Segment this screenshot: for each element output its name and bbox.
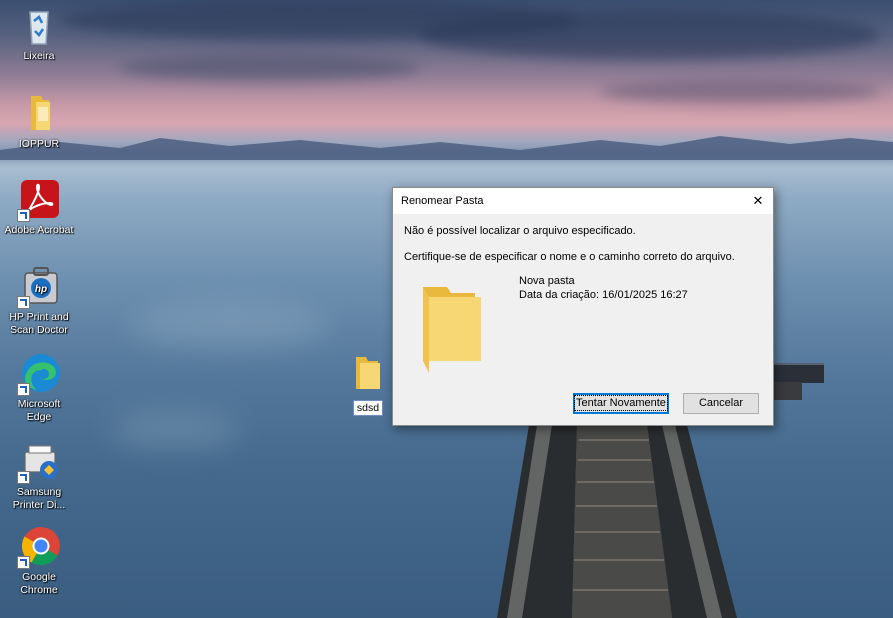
edge-icon (17, 352, 61, 396)
shortcut-arrow-icon (17, 383, 30, 396)
recycle-bin-icon (17, 4, 61, 48)
desktop-folder-sdsd[interactable]: sdsd (352, 355, 384, 416)
shortcut-arrow-icon (17, 296, 30, 309)
folder-icon (423, 287, 481, 373)
close-icon[interactable]: ✕ (743, 188, 773, 214)
cancel-button-label: Cancelar (698, 397, 744, 409)
retry-button-label: Tentar Novamente (574, 395, 668, 411)
cloud (120, 55, 420, 81)
desktop-icon-lixeira[interactable]: Lixeira (4, 4, 74, 63)
svg-text:hp: hp (35, 284, 47, 295)
desktop-icon-label: IOPPUR (18, 138, 60, 150)
desktop-icon-hp-print[interactable]: hp HP Print and Scan Doctor (4, 265, 74, 337)
hp-print-icon: hp (17, 265, 61, 309)
desktop-icon-label: Adobe Acrobat (4, 224, 74, 236)
dock (772, 363, 824, 383)
desktop-icon-label: Google Chrome (20, 571, 58, 596)
desktop-icon-ioppur[interactable]: IOPPUR (4, 92, 74, 151)
rename-input[interactable]: sdsd (352, 400, 384, 416)
hint-message: Certifique-se de especificar o nome e o … (404, 251, 735, 263)
error-message: Não é possível localizar o arquivo espec… (404, 225, 636, 237)
water-glow (110, 410, 240, 450)
retry-button[interactable]: Tentar Novamente (573, 393, 669, 414)
desktop: Lixeira IOPPUR Adobe Acrobat hp HP Print… (0, 0, 893, 618)
desktop-icon-microsoft-edge[interactable]: Microsoft Edge (4, 352, 74, 424)
folder-icon (17, 92, 61, 136)
pier (497, 425, 737, 618)
desktop-icon-label: Lixeira (23, 50, 55, 62)
shortcut-arrow-icon (17, 471, 30, 484)
desktop-icon-adobe-acrobat[interactable]: Adobe Acrobat (4, 178, 74, 237)
cancel-button[interactable]: Cancelar (683, 393, 759, 414)
dock (772, 382, 802, 400)
cloud (420, 10, 880, 60)
shortcut-arrow-icon (17, 556, 30, 569)
file-created-date: Data da criação: 16/01/2025 16:27 (519, 289, 688, 301)
desktop-icon-google-chrome[interactable]: Google Chrome (4, 525, 74, 597)
file-name: Nova pasta (519, 275, 575, 287)
water-glow (130, 300, 330, 350)
chrome-icon (17, 525, 61, 569)
rename-folder-dialog: Renomear Pasta ✕ Não é possível localiza… (392, 187, 774, 426)
desktop-icon-label: HP Print and Scan Doctor (9, 311, 69, 336)
samsung-printer-icon (17, 440, 61, 484)
shortcut-arrow-icon (17, 209, 30, 222)
adobe-acrobat-icon (17, 178, 61, 222)
desktop-icon-samsung-printer[interactable]: Samsung Printer Di... (4, 440, 74, 512)
dialog-titlebar[interactable]: Renomear Pasta ✕ (393, 188, 773, 214)
cloud (600, 80, 880, 104)
mountains (0, 136, 893, 160)
desktop-icon-label: Samsung Printer Di... (12, 486, 66, 511)
folder-icon (356, 357, 380, 389)
desktop-icon-label: Microsoft Edge (17, 398, 61, 423)
dialog-title: Renomear Pasta (401, 195, 484, 207)
